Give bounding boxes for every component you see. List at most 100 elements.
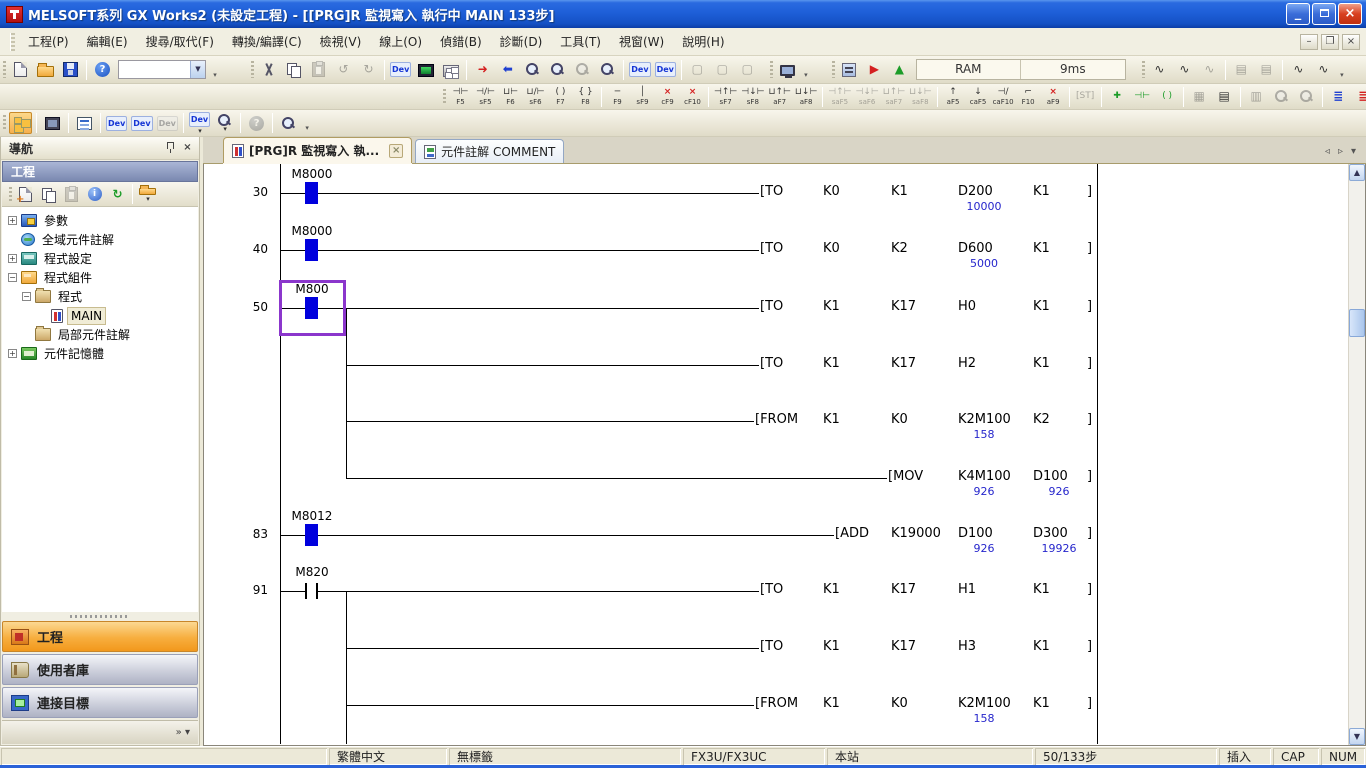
- new-data-button[interactable]: [15, 184, 36, 204]
- instruction-operand[interactable]: D100: [1032, 469, 1069, 484]
- instruction-op[interactable]: [FROM: [754, 412, 799, 427]
- nav-item-program-setting[interactable]: +程式設定: [2, 249, 198, 268]
- tab-ladder-monitor[interactable]: [PRG]R 監視寫入 執...×: [223, 137, 412, 163]
- expand-icon[interactable]: +: [8, 216, 17, 225]
- device-comment-search-button[interactable]: Dev: [389, 59, 412, 81]
- edit-coil-button[interactable]: ( ): [1156, 86, 1179, 108]
- collapse-icon[interactable]: −: [22, 292, 31, 301]
- monitor-start-button[interactable]: [521, 59, 544, 81]
- nav-button-connection-destination[interactable]: 連接目標: [2, 687, 198, 718]
- restore-button[interactable]: [1312, 3, 1336, 25]
- panel-close-button[interactable]: ×: [180, 141, 195, 155]
- device-comment-find-button[interactable]: Dev: [105, 112, 128, 134]
- contact-bar[interactable]: [316, 583, 318, 599]
- navigation-window-button[interactable]: [9, 112, 32, 134]
- instruction-operand[interactable]: K2M100: [957, 696, 1012, 711]
- pin-button[interactable]: [163, 141, 178, 155]
- instruction-operand[interactable]: D100: [957, 526, 994, 541]
- expand-icon[interactable]: +: [8, 254, 17, 263]
- monitor-write-mode-button[interactable]: [596, 59, 619, 81]
- instruction-operand[interactable]: K1: [822, 696, 841, 711]
- sort-filter-dropdown-icon[interactable]: ▾: [146, 195, 150, 203]
- invert-operation-button[interactable]: ↑aF5: [942, 86, 965, 108]
- instruction-operand[interactable]: H3: [957, 639, 977, 654]
- instruction-op[interactable]: [TO: [759, 582, 784, 597]
- cut-button[interactable]: [257, 59, 280, 81]
- save-project-button[interactable]: [59, 59, 82, 81]
- minimize-button[interactable]: _: [1286, 3, 1310, 25]
- coil-button[interactable]: ( )F7: [549, 86, 572, 108]
- sort-filter-button[interactable]: ▾: [137, 184, 158, 204]
- transfer-setup-button[interactable]: [776, 59, 799, 81]
- scroll-up-button[interactable]: ▲: [1349, 164, 1365, 181]
- instruction-operand[interactable]: K0: [890, 696, 909, 711]
- menu-window[interactable]: 視窗(W): [610, 29, 673, 54]
- new-project-button[interactable]: [9, 59, 32, 81]
- menu-project[interactable]: 工程(P): [19, 29, 78, 54]
- delete-vertical-line-button[interactable]: ×cF10: [681, 86, 704, 108]
- copy-button[interactable]: [282, 59, 305, 81]
- instruction-operand[interactable]: K0: [822, 241, 841, 256]
- nav-item-local-comment[interactable]: 局部元件註解: [2, 325, 198, 344]
- instruction-operand[interactable]: K1: [822, 356, 841, 371]
- close-button[interactable]: ×: [1338, 3, 1362, 25]
- instruction-operand[interactable]: K19000: [890, 526, 942, 541]
- instruction-operand[interactable]: K1: [822, 639, 841, 654]
- instruction-op[interactable]: [MOV: [887, 469, 924, 484]
- rising-pulse-button[interactable]: ⊣↑⊢sF7: [713, 86, 738, 108]
- instruction-operand[interactable]: K17: [890, 582, 917, 597]
- open-contact-button[interactable]: ⊣⊢F5: [449, 86, 472, 108]
- tab-device-comment[interactable]: 元件註解 COMMENT: [415, 139, 564, 163]
- selection-cursor[interactable]: [279, 280, 346, 336]
- contact-on[interactable]: [305, 182, 318, 204]
- device-search-button[interactable]: ▾: [213, 112, 236, 134]
- convert-operation-button[interactable]: ↓caF5: [967, 86, 990, 108]
- inline-st-edit-button[interactable]: ✚: [1106, 86, 1129, 108]
- trace-register-button[interactable]: ∿: [1287, 59, 1310, 81]
- toolbar-overflow-button[interactable]: ▾: [301, 112, 313, 134]
- navigation-footer[interactable]: » ▾: [2, 720, 198, 744]
- instruction-operand[interactable]: K17: [890, 639, 917, 654]
- contact-bar[interactable]: [305, 583, 307, 599]
- combo-dropdown-icon[interactable]: ▼: [190, 61, 205, 78]
- read-from-plc-button[interactable]: ⬅: [496, 59, 519, 81]
- expand-icon[interactable]: +: [8, 349, 17, 358]
- sampling-screen-button[interactable]: [414, 59, 437, 81]
- contact-on[interactable]: [305, 524, 318, 546]
- instruction-op[interactable]: [FROM: [754, 696, 799, 711]
- device-test-button[interactable]: [439, 59, 462, 81]
- collapse-icon[interactable]: −: [8, 273, 17, 282]
- nav-item-main[interactable]: MAIN: [2, 306, 198, 325]
- note-edit-button[interactable]: ▤: [1213, 86, 1236, 108]
- scroll-down-button[interactable]: ▼: [1349, 728, 1365, 745]
- device-display-button[interactable]: Dev▾: [188, 112, 211, 134]
- toolbar-overflow-button[interactable]: ▾: [209, 59, 221, 81]
- instruction-operand[interactable]: K1: [1032, 582, 1051, 597]
- instruction-operand[interactable]: H0: [957, 299, 977, 314]
- project-combo[interactable]: ▼: [118, 60, 206, 79]
- closed-contact-button[interactable]: ⊣/⊢sF5: [474, 86, 497, 108]
- instruction-operand[interactable]: D300: [1032, 526, 1069, 541]
- instruction-op[interactable]: [TO: [759, 184, 784, 199]
- sampling-trace-rise-button[interactable]: ∿: [1148, 59, 1171, 81]
- menu-online[interactable]: 線上(O): [370, 29, 431, 54]
- instruction-operand[interactable]: K1: [1032, 639, 1051, 654]
- monitor-stop-button[interactable]: [546, 59, 569, 81]
- device-search-dropdown-icon[interactable]: ▾: [223, 125, 227, 133]
- instruction-operand[interactable]: K4M100: [957, 469, 1012, 484]
- application-instruction-button[interactable]: { }F8: [574, 86, 597, 108]
- tab-close-button[interactable]: ×: [389, 144, 403, 158]
- nav-item-global-comment[interactable]: 全域元件註解: [2, 230, 198, 249]
- instruction-operand[interactable]: K17: [890, 299, 917, 314]
- device-test-edit-button[interactable]: ≣: [1352, 86, 1366, 108]
- menu-help[interactable]: 說明(H): [673, 29, 733, 54]
- module-configuration-button[interactable]: [41, 112, 64, 134]
- ladder-editor[interactable]: 30M8000[TOK0K1D20010000K1]40M8000[TOK0K2…: [204, 164, 1348, 745]
- instruction-operand[interactable]: K1: [822, 299, 841, 314]
- menu-find-replace[interactable]: 搜尋/取代(F): [137, 29, 223, 54]
- device-register-monitor-button[interactable]: Dev: [654, 59, 677, 81]
- instruction-op[interactable]: [TO: [759, 241, 784, 256]
- delete-edge-button[interactable]: ×aF9: [1042, 86, 1065, 108]
- mdi-minimize-button[interactable]: –: [1300, 34, 1318, 50]
- menu-edit[interactable]: 編輯(E): [78, 29, 137, 54]
